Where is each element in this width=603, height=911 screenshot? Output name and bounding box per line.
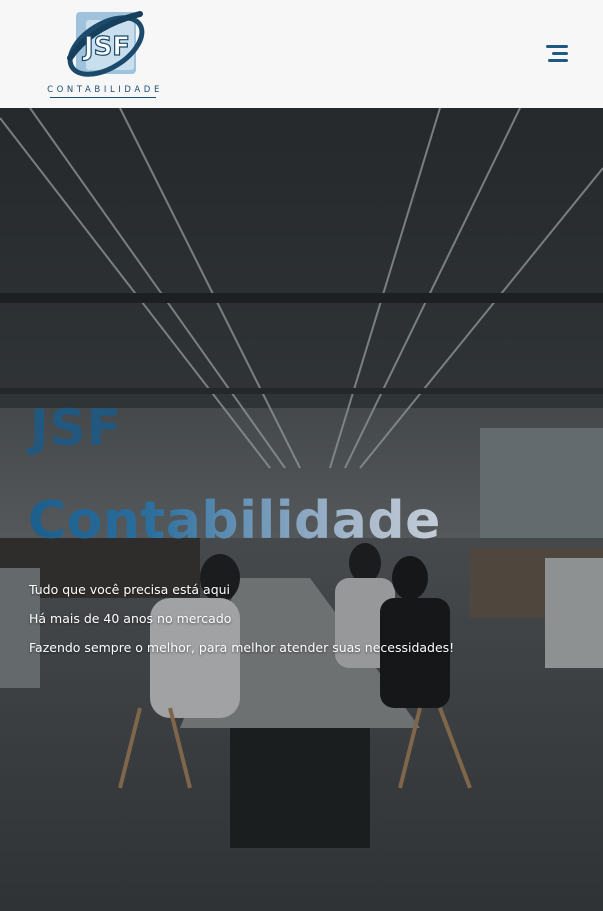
hero-section: JSF Contabilidade Tudo que você precisa … bbox=[0, 108, 603, 911]
menu-line bbox=[546, 45, 568, 48]
menu-line bbox=[552, 52, 568, 55]
logo-emblem-icon: JSF bbox=[67, 11, 145, 77]
jsf-logo[interactable]: JSF CONTABILIDADE bbox=[44, 6, 166, 100]
hero-tagline: Há mais de 40 anos no mercado bbox=[29, 611, 232, 626]
hero-title-company: Contabilidade bbox=[28, 491, 441, 551]
hamburger-menu-icon[interactable] bbox=[544, 42, 572, 64]
site-header: JSF CONTABILIDADE bbox=[0, 0, 603, 108]
logo-underline bbox=[50, 97, 156, 98]
logo-wordmark: CONTABILIDADE bbox=[47, 85, 163, 95]
hero-tagline: Tudo que você precisa está aqui bbox=[29, 582, 231, 597]
menu-line bbox=[548, 59, 568, 62]
hero-title-brand: JSF bbox=[30, 399, 122, 457]
logo-mark-text: JSF bbox=[82, 32, 130, 62]
hero-tagline: Fazendo sempre o melhor, para melhor ate… bbox=[29, 640, 455, 655]
